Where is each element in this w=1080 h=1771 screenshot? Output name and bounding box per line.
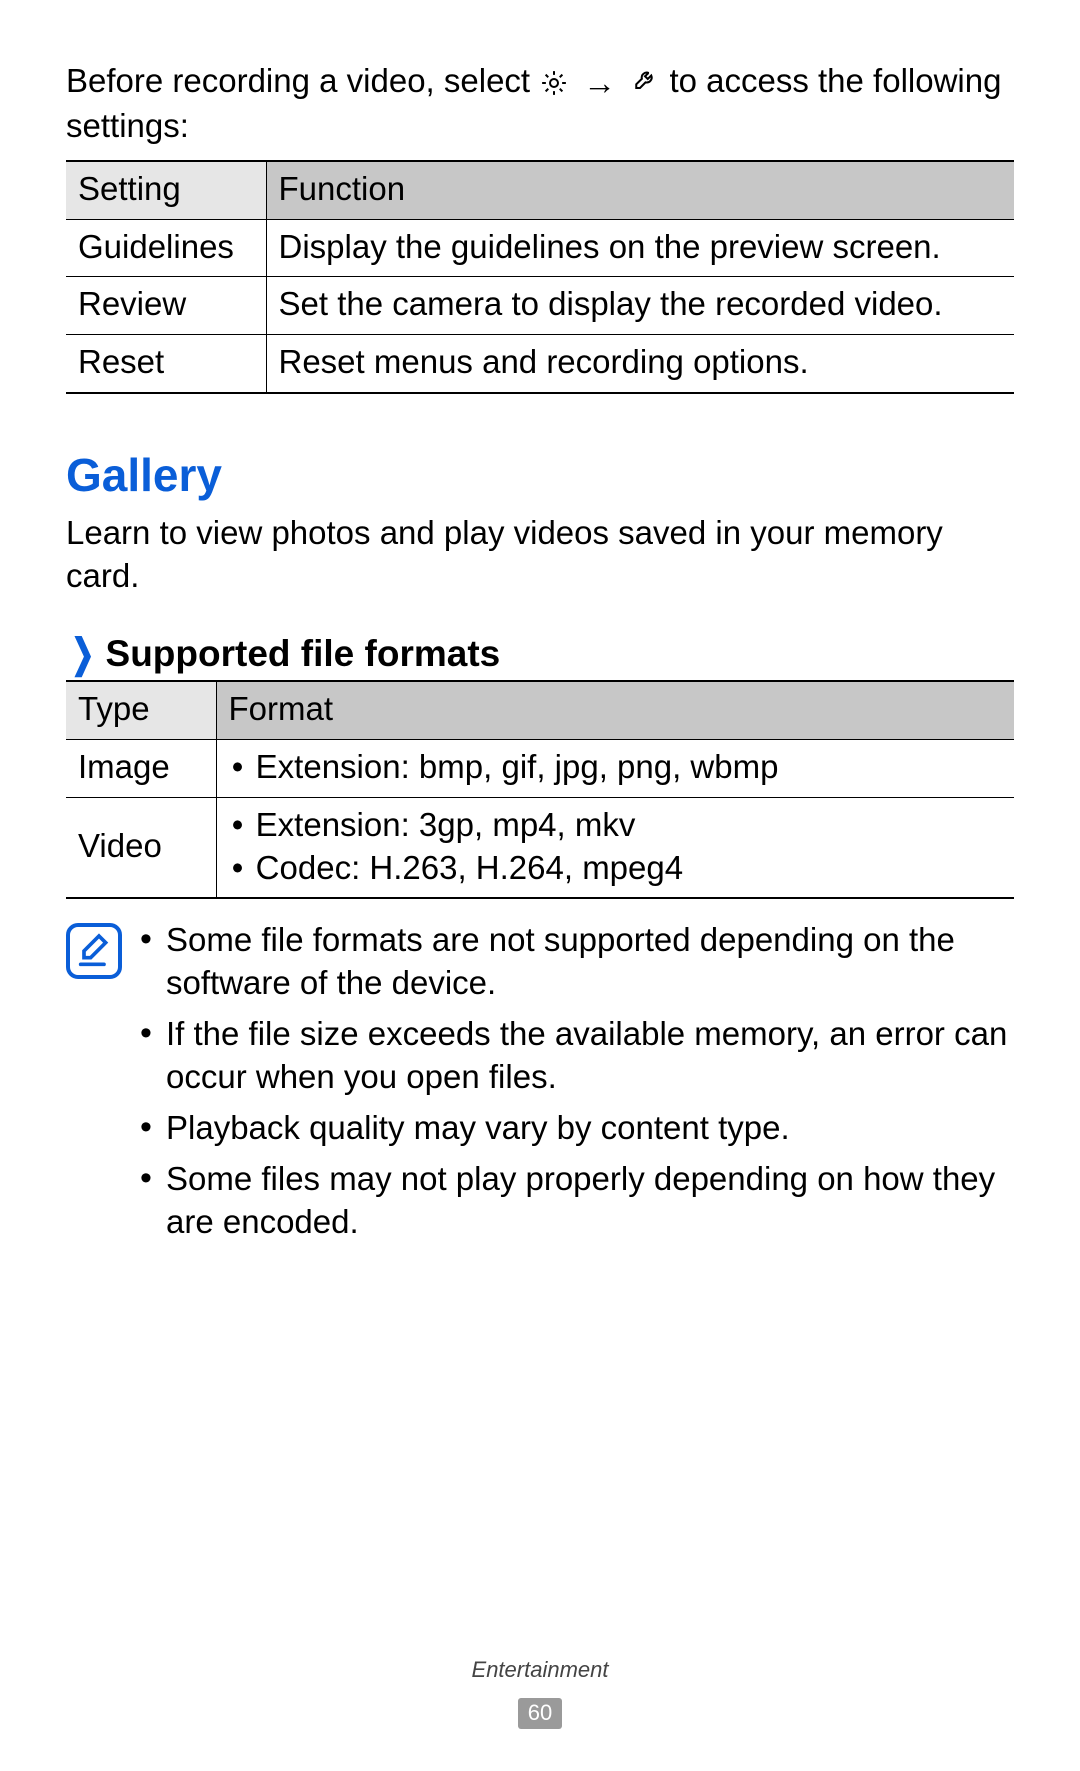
footer-section: Entertainment	[0, 1656, 1080, 1685]
page-footer: Entertainment 60	[0, 1656, 1080, 1731]
header-type: Type	[66, 681, 216, 739]
wrench-icon	[630, 62, 660, 105]
header-function: Function	[266, 161, 1014, 219]
settings-table: Setting Function Guidelines Display the …	[66, 160, 1014, 395]
cell-setting: Review	[66, 277, 266, 335]
page-number: 60	[518, 1698, 562, 1729]
intro-before: Before recording a video, select	[66, 62, 539, 99]
table-header-row: Setting Function	[66, 161, 1014, 219]
note-item: Some files may not play properly dependi…	[140, 1158, 1014, 1244]
header-format: Format	[216, 681, 1014, 739]
cell-function: Set the camera to display the recorded v…	[266, 277, 1014, 335]
note-block: Some file formats are not supported depe…	[66, 919, 1014, 1251]
note-list: Some file formats are not supported depe…	[140, 919, 1014, 1251]
chevron-right-icon: ❯	[71, 634, 94, 674]
cell-function: Reset menus and recording options.	[266, 335, 1014, 393]
gear-icon	[539, 62, 569, 105]
arrow-icon: →	[583, 62, 616, 105]
cell-format: • Extension: 3gp, mp4, mkv • Codec: H.26…	[216, 797, 1014, 898]
intro-text: Before recording a video, select → to ac…	[66, 60, 1014, 148]
cell-function: Display the guidelines on the preview sc…	[266, 219, 1014, 277]
table-row: Review Set the camera to display the rec…	[66, 277, 1014, 335]
note-item: If the file size exceeds the available m…	[140, 1013, 1014, 1099]
table-header-row: Type Format	[66, 681, 1014, 739]
cell-setting: Guidelines	[66, 219, 266, 277]
formats-table: Type Format Image • Extension: bmp, gif,…	[66, 680, 1014, 900]
cell-format: • Extension: bmp, gif, jpg, png, wbmp	[216, 739, 1014, 797]
cell-setting: Reset	[66, 335, 266, 393]
table-row: Reset Reset menus and recording options.	[66, 335, 1014, 393]
note-item: Some file formats are not supported depe…	[140, 919, 1014, 1005]
gallery-text: Learn to view photos and play videos sav…	[66, 512, 1014, 598]
table-row: Video • Extension: 3gp, mp4, mkv • Codec…	[66, 797, 1014, 898]
gallery-heading: Gallery	[66, 446, 1014, 506]
note-icon	[66, 923, 122, 979]
cell-type: Image	[66, 739, 216, 797]
table-row: Guidelines Display the guidelines on the…	[66, 219, 1014, 277]
table-row: Image • Extension: bmp, gif, jpg, png, w…	[66, 739, 1014, 797]
supported-heading: ❯ Supported file formats	[66, 630, 1014, 678]
supported-heading-text: Supported file formats	[106, 630, 501, 678]
note-item: Playback quality may vary by content typ…	[140, 1107, 1014, 1150]
cell-type: Video	[66, 797, 216, 898]
header-setting: Setting	[66, 161, 266, 219]
